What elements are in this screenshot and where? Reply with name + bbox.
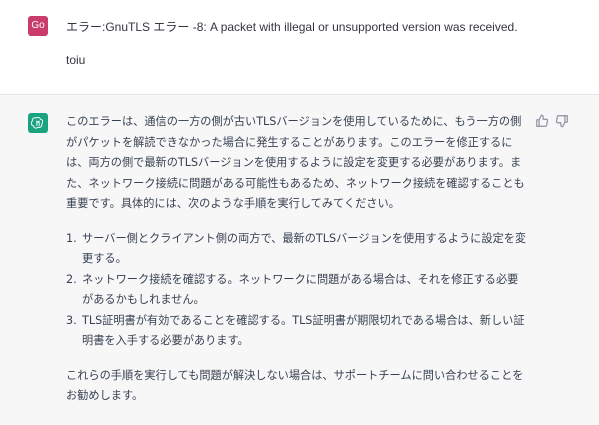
user-avatar: Go [28, 16, 48, 36]
list-item: 2. ネットワーク接続を確認する。ネットワークに問題がある場合は、それを修正する… [66, 270, 528, 311]
list-item-text: ネットワーク接続を確認する。ネットワークに問題がある場合は、それを修正する必要が… [82, 272, 519, 307]
assistant-paragraph-1: このエラーは、通信の一方の側が古いTLSバージョンを使用しているために、もう一方… [66, 115, 525, 210]
user-message: Go エラー:GnuTLS エラー -8: A packet with ille… [0, 0, 599, 94]
list-item-text: サーバー側とクライアント側の両方で、最新のTLSバージョンを使用するように設定を… [82, 231, 527, 266]
openai-logo-icon [28, 113, 48, 133]
list-item-number: 3. [66, 313, 77, 327]
list-item-text: TLS証明書が有効であることを確認する。TLS証明書が期限切れである場合は、新し… [82, 313, 525, 348]
user-message-line-2: toiu [66, 53, 86, 67]
list-item: 1. サーバー側とクライアント側の両方で、最新のTLSバージョンを使用するように… [66, 229, 528, 270]
user-message-line-1: エラー:GnuTLS エラー -8: A packet with illegal… [66, 20, 518, 34]
thumbs-down-icon[interactable] [555, 113, 569, 128]
assistant-paragraph-2: これらの手順を実行しても問題が解決しない場合は、サポートチームに問い合わせること… [66, 368, 524, 403]
list-item: 3. TLS証明書が有効であることを確認する。TLS証明書が期限切れである場合は… [66, 311, 528, 352]
assistant-message: このエラーは、通信の一方の側が古いTLSバージョンを使用しているために、もう一方… [0, 94, 599, 425]
list-item-number: 1. [66, 231, 77, 245]
thumbs-up-icon[interactable] [535, 113, 549, 127]
steps-list: 1. サーバー側とクライアント側の両方で、最新のTLSバージョンを使用するように… [66, 229, 528, 352]
list-item-number: 2. [66, 272, 77, 286]
assistant-response: このエラーは、通信の一方の側が古いTLSバージョンを使用しているために、もう一方… [66, 112, 528, 407]
